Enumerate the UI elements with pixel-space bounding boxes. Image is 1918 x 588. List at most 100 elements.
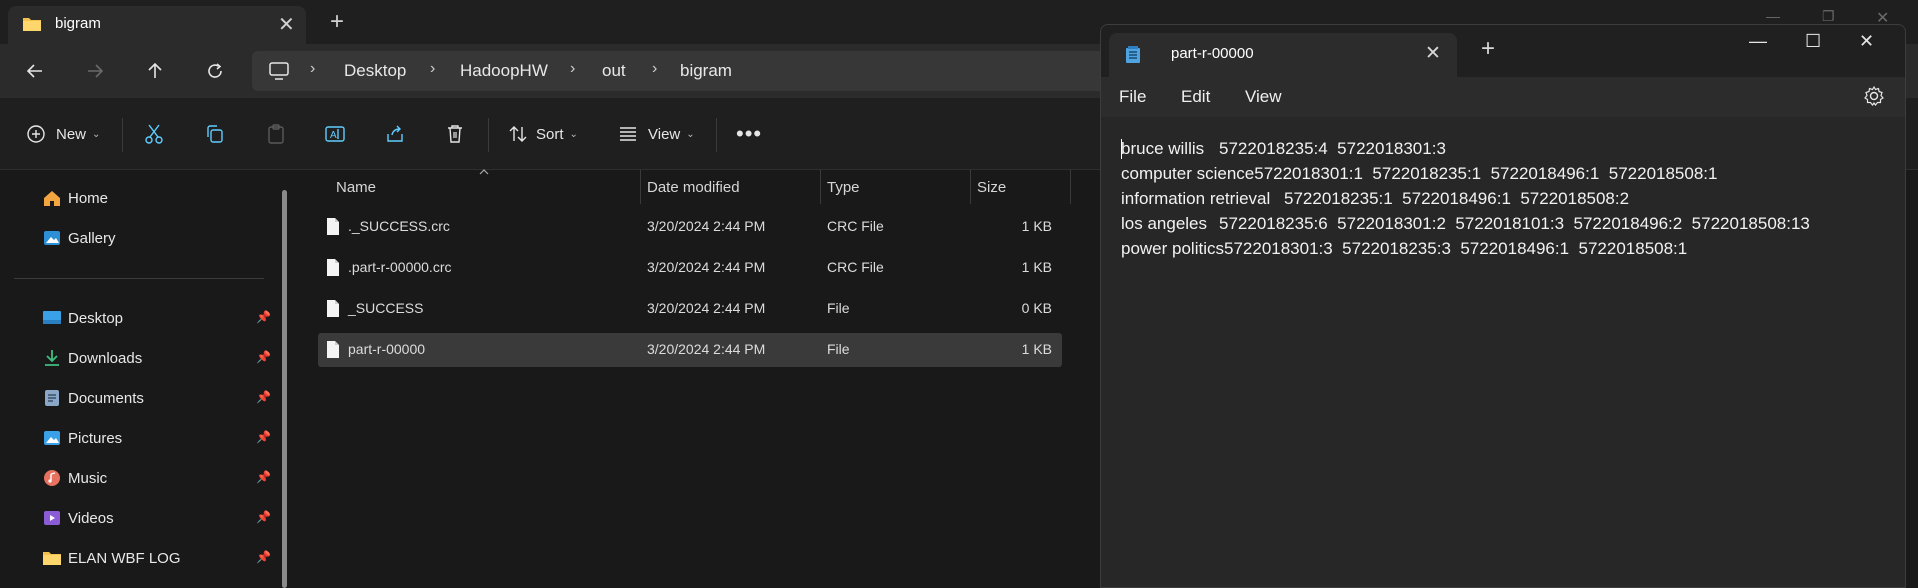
new-button[interactable]: New ⌄: [26, 122, 100, 146]
desktop-icon: [43, 311, 61, 324]
column-header-size[interactable]: Size: [977, 170, 1006, 204]
more-options-icon[interactable]: •••: [736, 121, 762, 146]
column-header-type[interactable]: Type: [827, 170, 860, 204]
paste-button[interactable]: [266, 122, 286, 146]
sidebar-scrollbar[interactable]: [282, 190, 287, 588]
file-type: File: [827, 300, 850, 316]
sort-button[interactable]: Sort ⌄: [508, 122, 578, 146]
sidebar-item-home[interactable]: Home: [42, 186, 108, 210]
pin-icon[interactable]: 📌: [256, 390, 271, 404]
column-divider[interactable]: [1070, 170, 1071, 204]
notepad-tab[interactable]: part-r-00000 ✕: [1109, 33, 1457, 77]
forward-arrow-icon[interactable]: [80, 56, 110, 86]
rename-button[interactable]: A: [324, 122, 346, 146]
pin-icon[interactable]: 📌: [256, 310, 271, 324]
pictures-icon: [44, 431, 60, 445]
column-divider[interactable]: [820, 170, 821, 204]
folder-icon: [23, 18, 41, 31]
copy-icon: [207, 125, 223, 143]
table-row[interactable]: _SUCCESS 3/20/2024 2:44 PM File 0 KB: [318, 292, 1062, 326]
menu-edit[interactable]: Edit: [1181, 87, 1210, 107]
file-date: 3/20/2024 2:44 PM: [647, 218, 766, 234]
sidebar-item-elan-wbf-log[interactable]: ELAN WBF LOG: [42, 546, 181, 570]
pin-icon[interactable]: 📌: [256, 470, 271, 484]
column-header-date-modified[interactable]: Date modified: [647, 170, 740, 204]
notepad-menu-bar: File Edit View: [1101, 77, 1905, 117]
view-button[interactable]: View ⌄: [618, 122, 695, 146]
file-date: 3/20/2024 2:44 PM: [647, 341, 766, 357]
bigram-key: computer science: [1121, 164, 1255, 183]
sidebar-item-music[interactable]: Music: [42, 466, 107, 490]
home-icon: [44, 191, 60, 206]
sidebar-item-label: Gallery: [68, 229, 116, 247]
file-name: _SUCCESS: [348, 300, 424, 316]
sidebar-item-pictures[interactable]: Pictures: [42, 426, 122, 450]
column-divider[interactable]: [970, 170, 971, 204]
file-type: File: [827, 341, 850, 357]
sidebar-item-label: Pictures: [68, 429, 123, 447]
sidebar-item-videos[interactable]: Videos: [42, 506, 114, 530]
table-row-selected[interactable]: part-r-00000 3/20/2024 2:44 PM File 1 KB: [318, 333, 1062, 367]
breadcrumb-hadoophw[interactable]: HadoopHW: [460, 61, 548, 81]
close-window-icon[interactable]: ✕: [1859, 31, 1874, 52]
settings-gear-icon[interactable]: [1863, 85, 1885, 107]
menu-view[interactable]: View: [1245, 87, 1282, 107]
back-arrow-icon[interactable]: [20, 56, 50, 86]
text-line: power politics5722018301:3 5722018235:3 …: [1121, 239, 1687, 259]
bigram-postings: 5722018301:1 5722018235:1 5722018496:1 5…: [1254, 164, 1718, 183]
file-icon: [327, 300, 339, 317]
chevron-right-icon: ›: [570, 60, 576, 77]
file-name: ._SUCCESS.crc: [348, 218, 450, 234]
copy-button[interactable]: [205, 122, 225, 146]
file-name: .part-r-00000.crc: [348, 259, 452, 275]
refresh-icon[interactable]: [200, 56, 230, 86]
toolbar-divider: [716, 118, 717, 152]
pin-icon[interactable]: 📌: [256, 430, 271, 444]
new-tab-icon[interactable]: +: [1481, 35, 1495, 63]
notepad-text-area[interactable]: bruce willis 5722018235:4 5722018301:3 co…: [1101, 117, 1905, 587]
column-header-name[interactable]: Name: [336, 170, 376, 204]
close-tab-icon[interactable]: ✕: [1425, 42, 1441, 65]
pin-icon[interactable]: 📌: [256, 350, 271, 364]
breadcrumb-desktop[interactable]: Desktop: [344, 61, 406, 81]
svg-text:A: A: [330, 130, 337, 141]
notepad-window: part-r-00000 ✕ + — ☐ ✕ File Edit View br…: [1100, 24, 1906, 588]
explorer-tab-title: bigram: [55, 15, 101, 32]
file-date: 3/20/2024 2:44 PM: [647, 259, 766, 275]
minimize-icon[interactable]: —: [1766, 8, 1780, 24]
new-tab-icon[interactable]: +: [330, 8, 344, 36]
delete-button[interactable]: [446, 122, 464, 146]
sidebar-item-downloads[interactable]: Downloads: [42, 346, 142, 370]
maximize-icon[interactable]: ☐: [1805, 31, 1821, 52]
cut-button[interactable]: [144, 122, 164, 146]
toolbar-divider: [488, 118, 489, 152]
close-tab-icon[interactable]: ✕: [278, 12, 295, 37]
pin-icon[interactable]: 📌: [256, 510, 271, 524]
sort-icon: [509, 126, 527, 142]
column-divider[interactable]: [640, 170, 641, 204]
videos-icon: [44, 511, 60, 525]
chevron-right-icon: ›: [652, 60, 658, 77]
pin-icon[interactable]: 📌: [256, 550, 271, 564]
sidebar-item-desktop[interactable]: Desktop: [42, 306, 123, 330]
up-arrow-icon[interactable]: [140, 56, 170, 86]
sidebar-item-documents[interactable]: Documents: [42, 386, 144, 410]
notepad-icon: [1126, 46, 1140, 63]
bigram-key: bruce willis: [1121, 139, 1205, 158]
plus-circle-icon: [27, 125, 45, 143]
explorer-tab[interactable]: bigram ✕: [8, 6, 306, 44]
file-list: Name Date modified Type Size ._SUCCESS.c…: [298, 169, 1098, 588]
table-row[interactable]: ._SUCCESS.crc 3/20/2024 2:44 PM CRC File…: [318, 210, 1062, 244]
breadcrumb-out[interactable]: out: [602, 61, 626, 81]
restore-icon[interactable]: ❐: [1822, 8, 1835, 25]
minimize-icon[interactable]: —: [1749, 31, 1767, 52]
sidebar-item-gallery[interactable]: Gallery: [42, 226, 116, 250]
table-row[interactable]: .part-r-00000.crc 3/20/2024 2:44 PM CRC …: [318, 251, 1062, 285]
file-icon: [327, 341, 339, 358]
address-bar[interactable]: › Desktop › HadoopHW › out › bigram: [252, 51, 1152, 91]
share-button[interactable]: [385, 122, 405, 146]
menu-file[interactable]: File: [1119, 87, 1146, 107]
breadcrumb-bigram[interactable]: bigram: [680, 61, 732, 81]
sidebar-item-label: Downloads: [68, 349, 143, 367]
chevron-down-icon: ⌄: [92, 128, 101, 140]
